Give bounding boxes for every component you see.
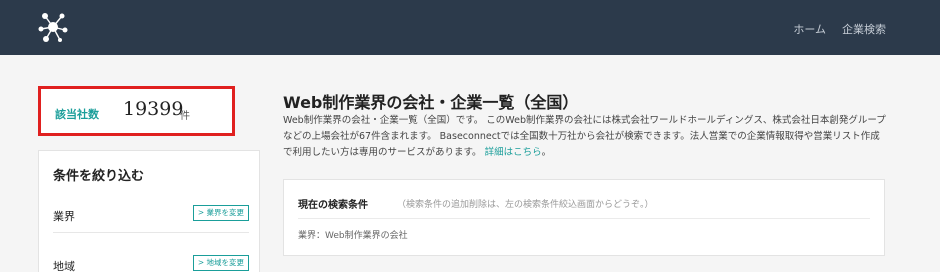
filter-row-industry: 業界 > 業界を変更 bbox=[53, 197, 249, 233]
description-text: Web制作業界の会社・企業一覧（全国）です。 このWeb制作業界の会社には株式会… bbox=[283, 115, 886, 158]
description-suffix: 。 bbox=[541, 147, 552, 158]
count-value: 19399 bbox=[123, 98, 184, 120]
site-header: ホーム 企業検索 bbox=[0, 0, 940, 55]
count-unit: 件 bbox=[180, 111, 190, 122]
logo-icon[interactable] bbox=[36, 9, 70, 45]
nav-company-search-link[interactable]: 企業検索 bbox=[842, 21, 886, 37]
header-nav: ホーム 企業検索 bbox=[793, 21, 886, 37]
conditions-divider bbox=[298, 218, 870, 219]
filter-label-region: 地域 bbox=[53, 260, 75, 272]
change-region-button[interactable]: > 地域を変更 bbox=[192, 255, 249, 271]
company-count-box: 該当社数 19399 件 bbox=[38, 86, 235, 136]
conditions-note: （検索条件の追加削除は、左の検索条件絞込画面からどうぞ。） bbox=[397, 200, 654, 210]
count-label: 該当社数 bbox=[55, 108, 99, 121]
filter-label-industry: 業界 bbox=[53, 210, 75, 223]
page-title: Web制作業界の会社・企業一覧（全国） bbox=[283, 93, 579, 112]
details-link[interactable]: 詳細はこちら bbox=[485, 147, 542, 158]
change-industry-button[interactable]: > 業界を変更 bbox=[192, 205, 249, 221]
search-conditions-box: 現在の検索条件 （検索条件の追加削除は、左の検索条件絞込画面からどうぞ。） 業界… bbox=[283, 179, 885, 256]
nav-home-link[interactable]: ホーム bbox=[793, 21, 826, 37]
filter-panel: 条件を絞り込む 業界 > 業界を変更 地域 > 地域を変更 bbox=[38, 150, 260, 272]
filter-title: 条件を絞り込む bbox=[53, 169, 145, 184]
filter-row-region: 地域 > 地域を変更 bbox=[53, 247, 249, 272]
condition-industry: 業界：Web制作業界の会社 bbox=[298, 231, 408, 241]
conditions-title: 現在の検索条件 bbox=[298, 200, 368, 211]
page-description: Web制作業界の会社・企業一覧（全国）です。 このWeb制作業界の会社には株式会… bbox=[283, 113, 887, 161]
